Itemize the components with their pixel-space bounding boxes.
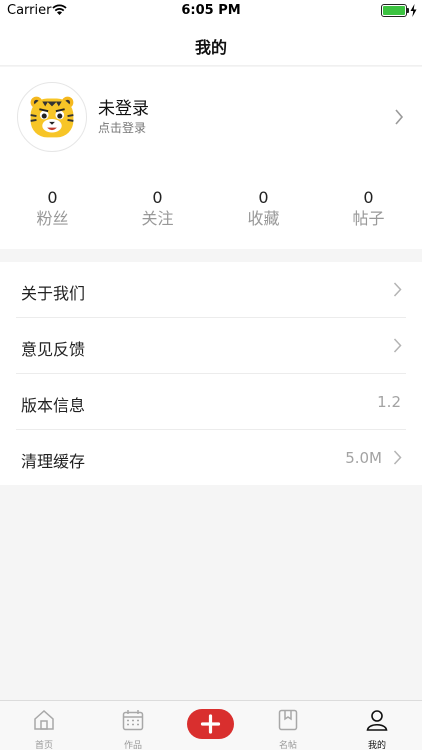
profile-card: 未登录 点击登录 0 粉丝 0 关注 0 收藏 0 帖子 [0, 67, 422, 249]
menu-item-label: 版本信息 [21, 396, 86, 415]
plus-icon [200, 714, 221, 734]
status-time: 6:05 PM [181, 3, 241, 18]
stat-following[interactable]: 0 关注 [105, 187, 210, 229]
stat-fans-count: 0 [47, 188, 58, 207]
tab-home[interactable]: 首页 [2, 701, 86, 750]
version-value: 1.2 [377, 393, 401, 411]
battery-cap [407, 8, 409, 13]
stat-favorites[interactable]: 0 收藏 [211, 187, 316, 229]
chevron-right-icon [393, 338, 402, 353]
menu-item-clear-cache[interactable]: 清理缓存 5.0M [0, 430, 422, 486]
battery-level [383, 6, 405, 15]
menu-item-version[interactable]: 版本信息 1.2 [0, 374, 422, 430]
chevron-right-icon[interactable] [394, 109, 404, 125]
menu-item-label: 意见反馈 [21, 340, 86, 359]
menu-item-feedback[interactable]: 意见反馈 [0, 318, 422, 374]
tab-famous-posts-label: 名帖 [278, 741, 297, 750]
tab-mine-label: 我的 [367, 741, 386, 750]
stat-fans[interactable]: 0 粉丝 [0, 187, 105, 229]
battery-icon [381, 4, 409, 17]
login-prompt[interactable]: 点击登录 [98, 119, 146, 136]
menu-item-about-us[interactable]: 关于我们 [0, 262, 422, 318]
stat-following-count: 0 [152, 188, 163, 207]
stat-following-label: 关注 [141, 209, 174, 228]
settings-menu: 关于我们 意见反馈 版本信息 1.2 清理缓存 5.0M [0, 262, 422, 485]
stat-favorites-label: 收藏 [247, 209, 280, 228]
chevron-right-icon [393, 450, 402, 465]
stat-favorites-count: 0 [258, 188, 269, 207]
tab-famous-posts[interactable]: 名帖 [246, 701, 330, 750]
page-title: 我的 [194, 38, 227, 57]
stat-posts-label: 帖子 [352, 209, 385, 228]
stat-fans-label: 粉丝 [36, 209, 69, 228]
tab-home-label: 首页 [34, 741, 53, 750]
tiger-avatar-icon [30, 96, 74, 138]
tab-mine[interactable]: 我的 [335, 701, 419, 750]
bookmark-book-icon [278, 709, 298, 731]
tab-works-label: 作品 [123, 741, 142, 750]
avatar[interactable] [17, 82, 87, 152]
calendar-icon [122, 710, 144, 731]
person-icon [366, 710, 388, 731]
stat-posts[interactable]: 0 帖子 [316, 187, 421, 229]
home-icon [34, 709, 54, 730]
menu-item-label: 关于我们 [21, 284, 86, 303]
stat-posts-count: 0 [363, 188, 374, 207]
status-bar: Carrier 6:05 PM [0, 0, 422, 22]
navigation-bar: 我的 [0, 22, 422, 66]
charging-icon [410, 4, 417, 17]
profile-name[interactable]: 未登录 [98, 94, 149, 119]
cache-size-value: 5.0M [345, 449, 382, 467]
stats-row: 0 粉丝 0 关注 0 收藏 0 帖子 [0, 187, 422, 231]
tab-works[interactable]: 作品 [91, 701, 175, 750]
menu-item-label: 清理缓存 [21, 452, 86, 471]
chevron-right-icon [393, 282, 402, 297]
add-button[interactable] [187, 709, 234, 739]
